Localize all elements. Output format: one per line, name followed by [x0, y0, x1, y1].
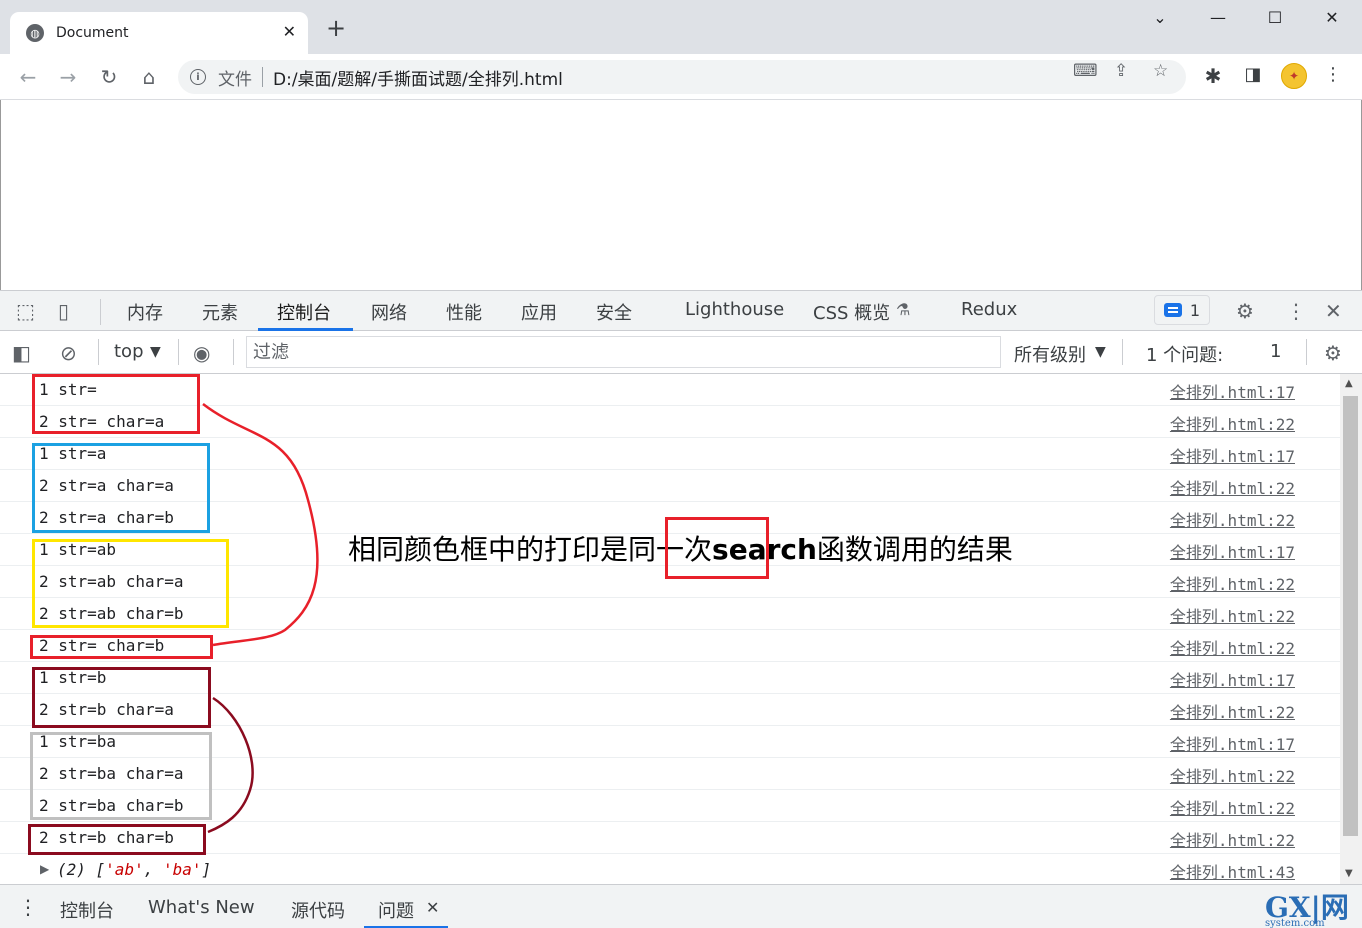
drawer-tab-whats-new[interactable]: What's New [148, 897, 255, 918]
devtools-drawer: ⋮ 控制台 What's New 源代码 问题 ✕ [0, 884, 1362, 928]
scrollbar-thumb[interactable] [1343, 396, 1358, 836]
drawer-tab-sources[interactable]: 源代码 [291, 897, 345, 923]
scroll-up-icon[interactable]: ▲ [1345, 378, 1353, 389]
drawer-tab-console[interactable]: 控制台 [60, 897, 114, 923]
drawer-close-icon[interactable]: ✕ [426, 898, 439, 917]
watermark-logo: GX|网 system.com [1265, 891, 1349, 928]
connector-curves [202, 403, 319, 834]
scroll-down-icon[interactable]: ▼ [1345, 868, 1353, 879]
drawer-tab-issues[interactable]: 问题 [378, 897, 414, 923]
red-connector [202, 403, 319, 647]
maroon-connector [207, 696, 254, 834]
annotation-highlight-frame [665, 517, 769, 579]
console-scrollbar[interactable]: ▲ ▼ [1340, 374, 1362, 884]
drawer-menu-icon[interactable]: ⋮ [18, 895, 38, 919]
